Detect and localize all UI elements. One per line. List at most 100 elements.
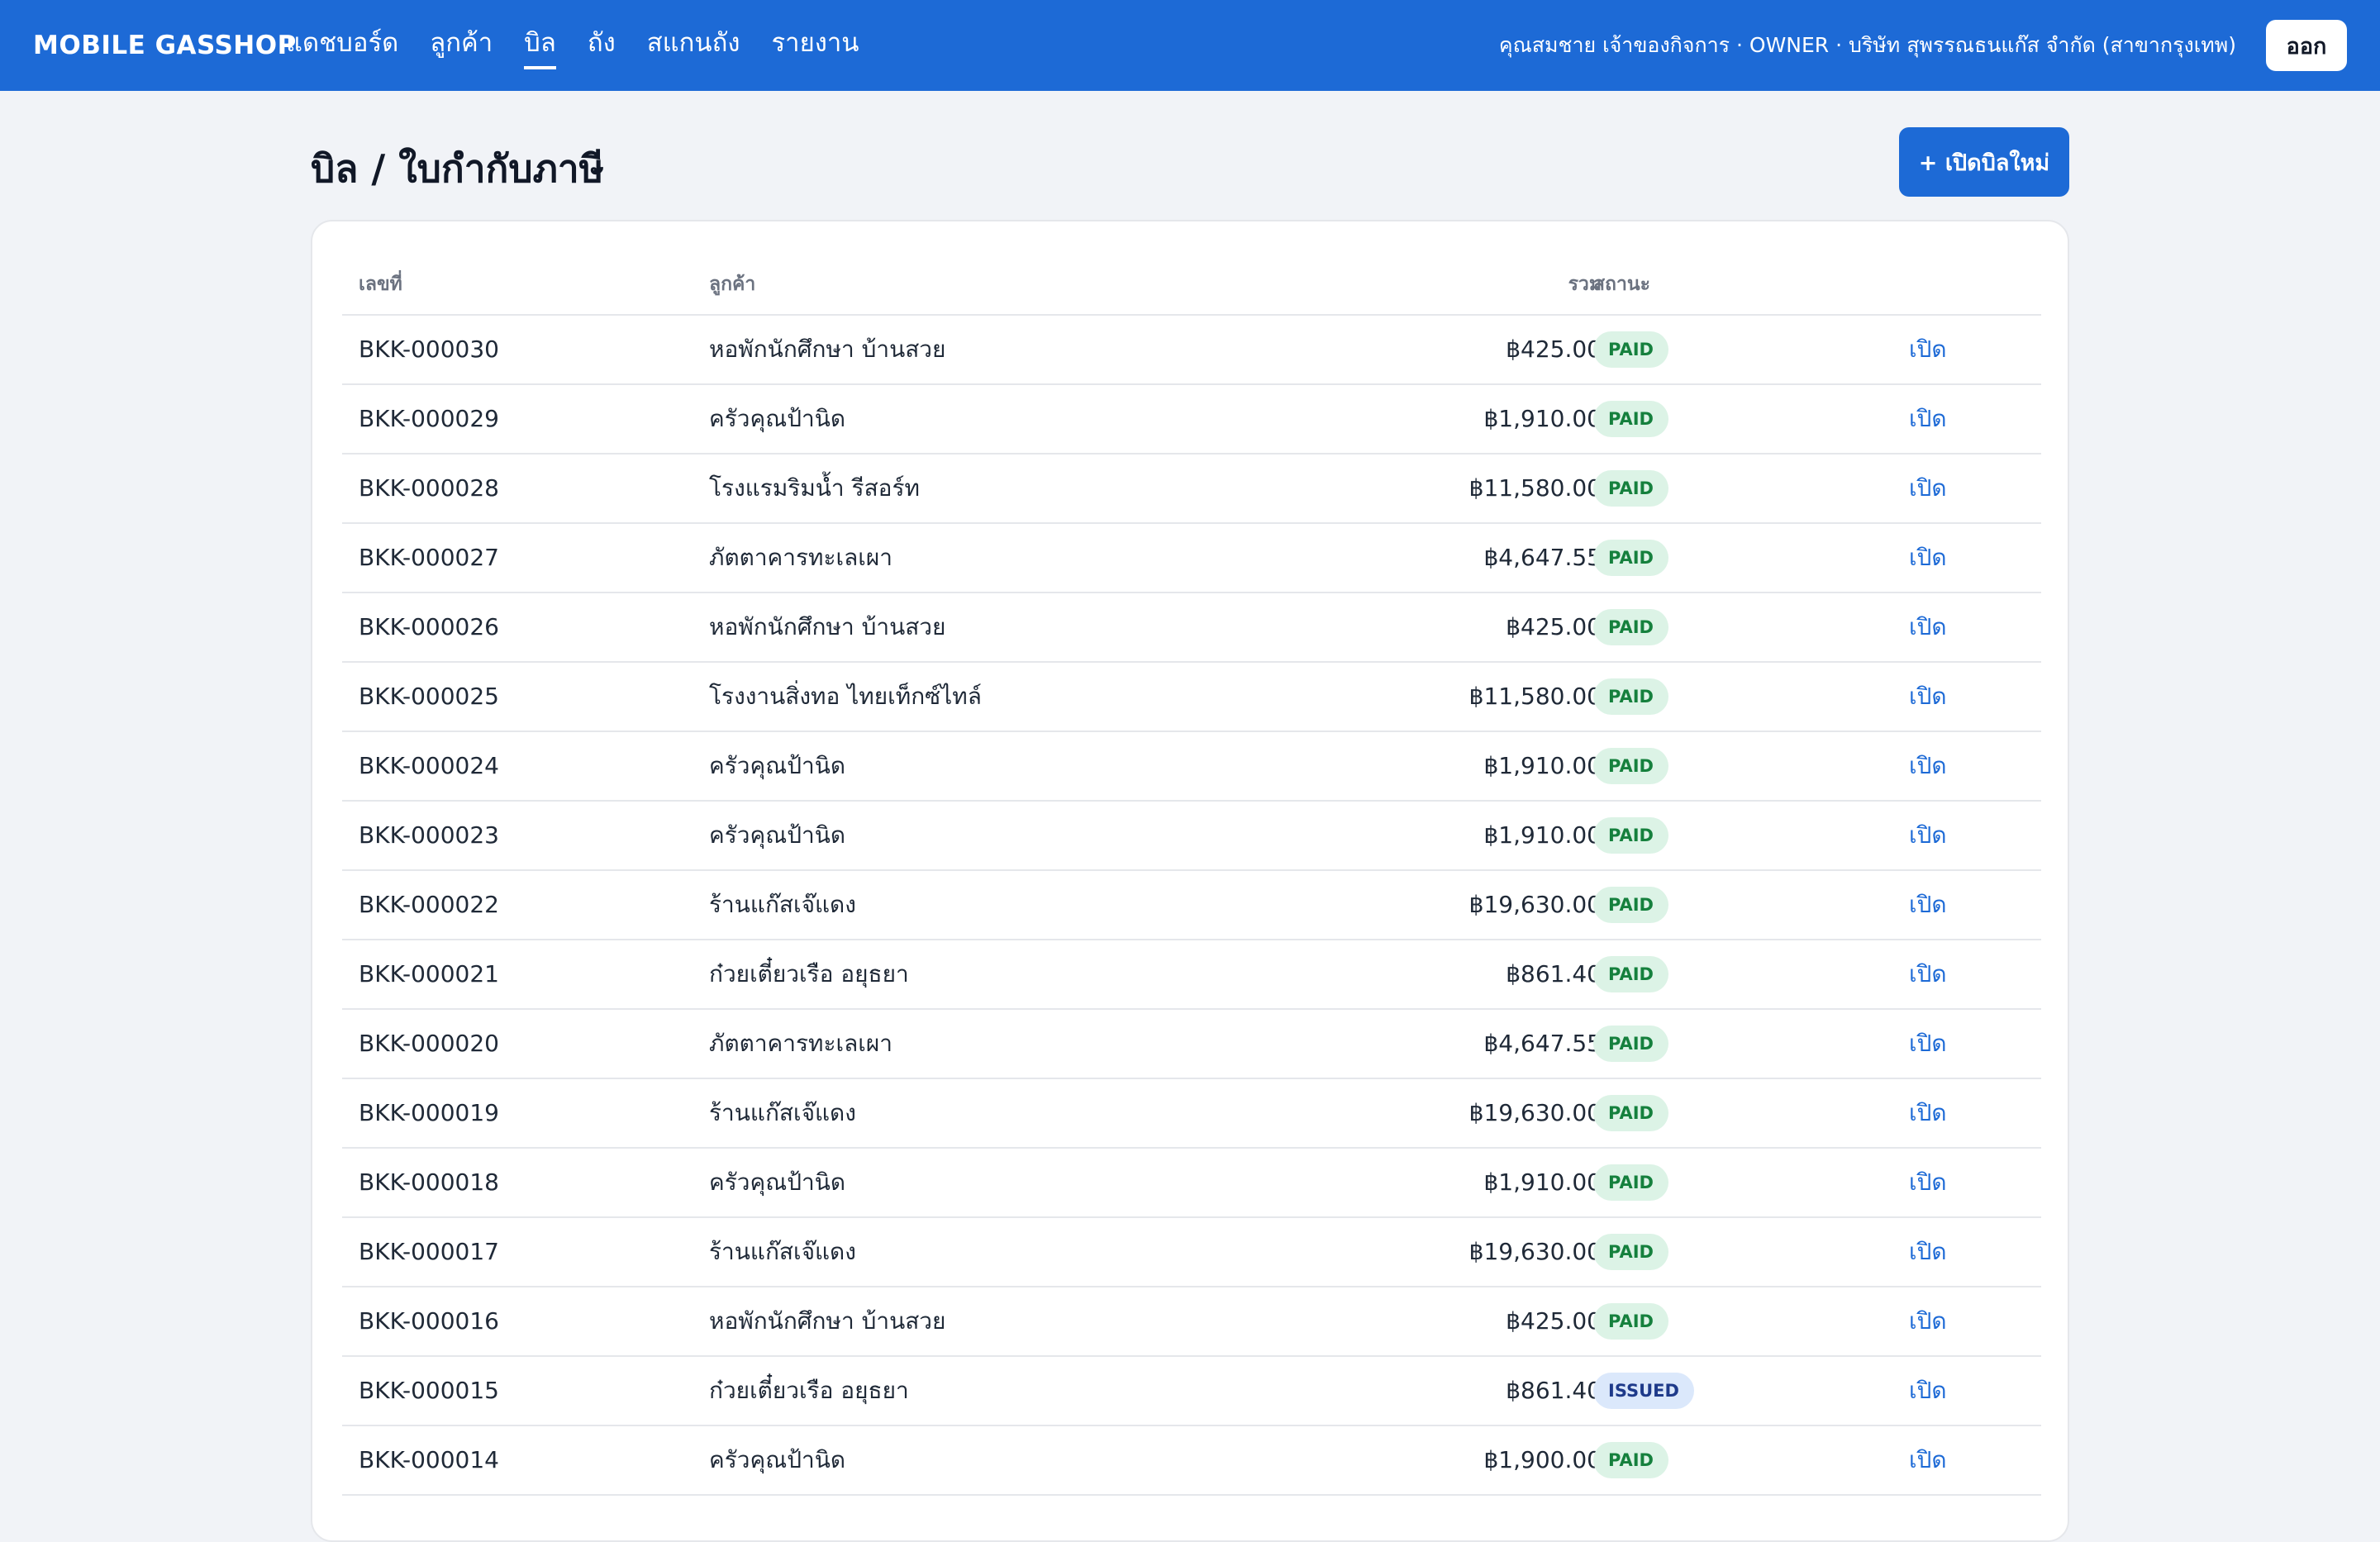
nav-item-reports[interactable]: รายงาน bbox=[772, 0, 859, 91]
status-badge: PAID bbox=[1593, 1026, 1668, 1062]
open-bill-link[interactable]: เปิด bbox=[1909, 1426, 1947, 1494]
open-bill-link[interactable]: เปิด bbox=[1909, 455, 1947, 522]
open-bill-link[interactable]: เปิด bbox=[1909, 524, 1947, 592]
customer-name: หอพักนักศึกษา บ้านสวย bbox=[709, 336, 946, 363]
bill-total: ฿861.40 bbox=[1506, 960, 1602, 988]
status-badge: PAID bbox=[1593, 1234, 1668, 1270]
status-badge: PAID bbox=[1593, 1164, 1668, 1201]
status-badge: PAID bbox=[1593, 1442, 1668, 1478]
status-badge: PAID bbox=[1593, 609, 1668, 645]
table-body: BKK-000030 หอพักนักศึกษา บ้านสวย ฿425.00 PA… bbox=[342, 316, 2041, 1496]
table-row: BKK-000014 ครัวคุณป้านิด ฿1,900.00 PAID เปิด bbox=[342, 1426, 2041, 1496]
status-cell: PAID bbox=[1593, 593, 1668, 661]
open-bill-link[interactable]: เปิด bbox=[1909, 663, 1947, 731]
customer-name: ครัวคุณป้านิด bbox=[709, 1446, 846, 1473]
table-row: BKK-000016 หอพักนักศึกษา บ้านสวย ฿425.00 PA… bbox=[342, 1287, 2041, 1357]
logout-button[interactable]: ออก bbox=[2266, 20, 2347, 71]
status-cell: ISSUED bbox=[1593, 1357, 1694, 1425]
status-cell: PAID bbox=[1593, 455, 1668, 522]
bill-number: BKK-000017 bbox=[359, 1238, 499, 1265]
open-bill-link[interactable]: เปิด bbox=[1909, 1079, 1947, 1147]
bill-number: BKK-000023 bbox=[359, 821, 499, 849]
bills-card: เลขที่ ลูกค้า รวม สถานะ BKK-000030 หอพักน… bbox=[311, 220, 2069, 1542]
status-cell: PAID bbox=[1593, 940, 1668, 1008]
table-row: BKK-000015 ก๋วยเตี๋ยวเรือ อยุธยา ฿861.40 IS… bbox=[342, 1357, 2041, 1426]
bills-table: เลขที่ ลูกค้า รวม สถานะ BKK-000030 หอพักน… bbox=[342, 221, 2041, 1496]
bill-total: ฿1,910.00 bbox=[1483, 821, 1602, 849]
nav-item-customers[interactable]: ลูกค้า bbox=[430, 0, 493, 91]
open-bill-link[interactable]: เปิด bbox=[1909, 732, 1947, 800]
customer-name: ภัตตาคารทะเลเผา bbox=[709, 1030, 892, 1057]
status-badge: PAID bbox=[1593, 470, 1668, 507]
brand-logo[interactable]: MOBILE GASSHOP bbox=[33, 0, 297, 91]
status-badge: PAID bbox=[1593, 887, 1668, 923]
bill-number: BKK-000024 bbox=[359, 752, 499, 779]
table-row: BKK-000024 ครัวคุณป้านิด ฿1,910.00 PAID เปิด bbox=[342, 732, 2041, 802]
status-cell: PAID bbox=[1593, 1010, 1668, 1078]
nav-item-bills[interactable]: บิล bbox=[524, 0, 556, 91]
status-badge: PAID bbox=[1593, 817, 1668, 854]
status-badge: PAID bbox=[1593, 331, 1668, 368]
status-badge: PAID bbox=[1593, 748, 1668, 784]
bill-total: ฿1,910.00 bbox=[1483, 1168, 1602, 1196]
open-bill-link[interactable]: เปิด bbox=[1909, 1010, 1947, 1078]
open-bill-link[interactable]: เปิด bbox=[1909, 316, 1947, 383]
status-cell: PAID bbox=[1593, 316, 1668, 383]
bill-total: ฿1,910.00 bbox=[1483, 752, 1602, 779]
status-cell: PAID bbox=[1593, 524, 1668, 592]
bill-number: BKK-000021 bbox=[359, 960, 499, 988]
new-bill-button[interactable]: + เปิดบิลใหม่ bbox=[1899, 127, 2069, 197]
status-cell: PAID bbox=[1593, 732, 1668, 800]
user-info: คุณสมชาย เจ้าของกิจการ · OWNER · บริษัท … bbox=[1498, 33, 2236, 57]
open-bill-link[interactable]: เปิด bbox=[1909, 1357, 1947, 1425]
customer-name: ครัวคุณป้านิด bbox=[709, 405, 846, 432]
header-customer: ลูกค้า bbox=[709, 274, 756, 295]
status-badge: PAID bbox=[1593, 1095, 1668, 1131]
customer-name: ครัวคุณป้านิด bbox=[709, 821, 846, 849]
open-bill-link[interactable]: เปิด bbox=[1909, 1287, 1947, 1355]
status-cell: PAID bbox=[1593, 1218, 1668, 1286]
bill-total: ฿19,630.00 bbox=[1468, 1099, 1602, 1126]
open-bill-link[interactable]: เปิด bbox=[1909, 940, 1947, 1008]
nav-item-dashboard[interactable]: แดชบอร์ด bbox=[286, 0, 398, 91]
customer-name: ร้านแก๊สเจ๊แดง bbox=[709, 891, 856, 918]
table-row: BKK-000019 ร้านแก๊สเจ๊แดง ฿19,630.00 PAID เป… bbox=[342, 1079, 2041, 1149]
bill-number: BKK-000015 bbox=[359, 1377, 499, 1404]
table-row: BKK-000029 ครัวคุณป้านิด ฿1,910.00 PAID เปิด bbox=[342, 385, 2041, 455]
customer-name: โรงแรมริมน้ำ รีสอร์ท bbox=[709, 474, 920, 502]
bill-number: BKK-000025 bbox=[359, 683, 499, 710]
open-bill-link[interactable]: เปิด bbox=[1909, 871, 1947, 939]
bill-total: ฿425.00 bbox=[1506, 1307, 1602, 1335]
status-badge: PAID bbox=[1593, 678, 1668, 715]
status-cell: PAID bbox=[1593, 1287, 1668, 1355]
nav-item-scan-tank[interactable]: สแกนถัง bbox=[647, 0, 740, 91]
bill-number: BKK-000027 bbox=[359, 544, 499, 571]
customer-name: ครัวคุณป้านิด bbox=[709, 752, 846, 779]
table-row: BKK-000025 โรงงานสิ่งทอ ไทยเท็กซ์ไทล์ ฿11,… bbox=[342, 663, 2041, 732]
table-row: BKK-000028 โรงแรมริมน้ำ รีสอร์ท ฿11,580.00… bbox=[342, 455, 2041, 524]
bill-total: ฿425.00 bbox=[1506, 336, 1602, 363]
open-bill-link[interactable]: เปิด bbox=[1909, 1218, 1947, 1286]
bill-number: BKK-000028 bbox=[359, 474, 499, 502]
open-bill-link[interactable]: เปิด bbox=[1909, 1149, 1947, 1216]
bill-number: BKK-000018 bbox=[359, 1168, 499, 1196]
customer-name: หอพักนักศึกษา บ้านสวย bbox=[709, 613, 946, 640]
open-bill-link[interactable]: เปิด bbox=[1909, 385, 1947, 453]
open-bill-link[interactable]: เปิด bbox=[1909, 802, 1947, 869]
main-nav: แดชบอร์ด ลูกค้า บิล ถัง สแกนถัง รายงาน bbox=[286, 0, 891, 91]
status-badge: ISSUED bbox=[1593, 1373, 1694, 1409]
table-row: BKK-000021 ก๋วยเตี๋ยวเรือ อยุธยา ฿861.40 PA… bbox=[342, 940, 2041, 1010]
page-title: บิล / ใบกำกับภาษี bbox=[311, 146, 605, 191]
bill-total: ฿861.40 bbox=[1506, 1377, 1602, 1404]
bill-number: BKK-000014 bbox=[359, 1446, 499, 1473]
bill-number: BKK-000020 bbox=[359, 1030, 499, 1057]
open-bill-link[interactable]: เปิด bbox=[1909, 593, 1947, 661]
bill-number: BKK-000026 bbox=[359, 613, 499, 640]
status-cell: PAID bbox=[1593, 802, 1668, 869]
bill-number: BKK-000030 bbox=[359, 336, 499, 363]
customer-name: ภัตตาคารทะเลเผา bbox=[709, 544, 892, 571]
header-status: สถานะ bbox=[1593, 274, 1650, 295]
bill-total: ฿19,630.00 bbox=[1468, 1238, 1602, 1265]
customer-name: ร้านแก๊สเจ๊แดง bbox=[709, 1238, 856, 1265]
nav-item-tanks[interactable]: ถัง bbox=[588, 0, 616, 91]
